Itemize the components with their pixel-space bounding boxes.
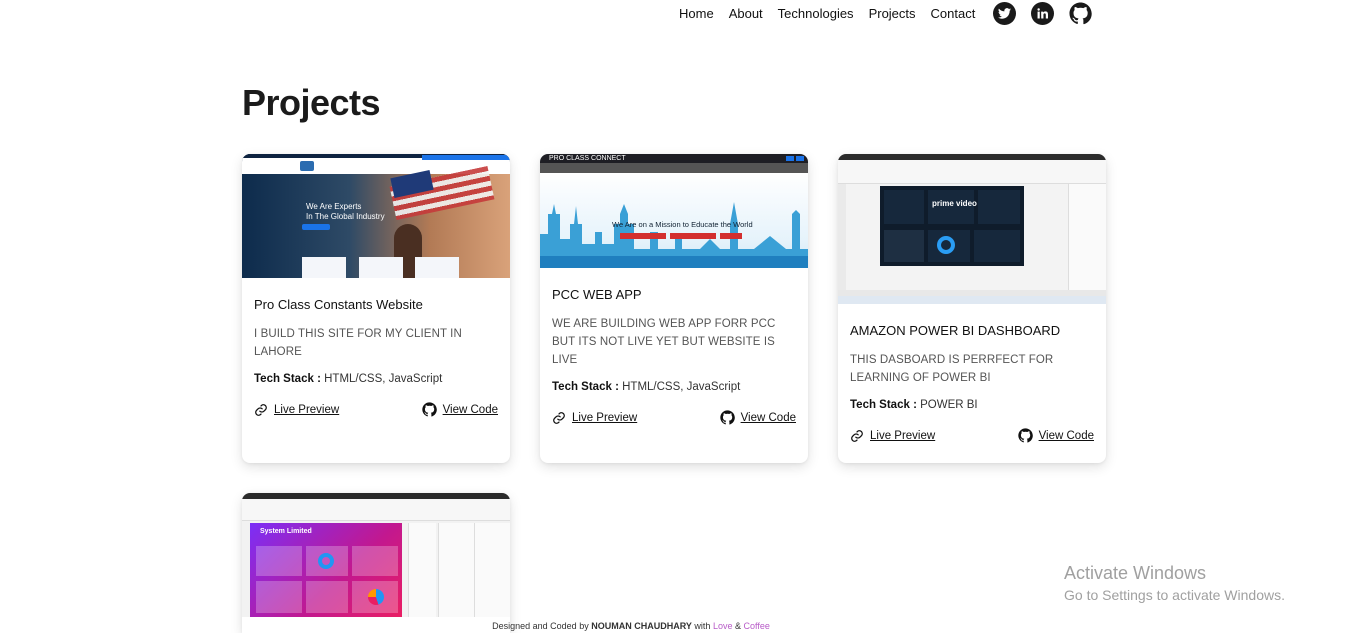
footer-author: NOUMAN CHAUDHARY	[591, 621, 692, 631]
project-thumbnail: System Limited	[242, 493, 510, 617]
tech-stack-label: Tech Stack :	[850, 399, 917, 411]
project-card: System Limited	[242, 493, 510, 633]
view-code-label: View Code	[740, 411, 796, 424]
nav-links: Home About Technologies Projects Contact	[679, 6, 990, 22]
footer-amp: &	[734, 621, 741, 631]
project-thumbnail: We Are Experts In The Global Industry	[242, 154, 510, 278]
project-card: prime video AMAZON POWER BI DASHBOARD TH…	[838, 154, 1106, 463]
github-icon	[421, 402, 437, 417]
project-title: AMAZON POWER BI DASHBOARD	[850, 323, 1061, 338]
tech-stack: Tech Stack : HTML/CSS, JavaScript	[552, 381, 796, 393]
footer: Designed and Coded by NOUMAN CHAUDHARY w…	[0, 621, 1262, 631]
project-title: Pro Class Constants Website	[254, 297, 423, 312]
view-code-link[interactable]: View Code	[719, 410, 796, 425]
view-code-label: View Code	[1038, 429, 1094, 442]
tech-stack-label: Tech Stack :	[552, 381, 619, 393]
project-links: Live Preview View Code	[552, 410, 796, 425]
live-preview-link[interactable]: Live Preview	[552, 410, 637, 425]
live-preview-label: Live Preview	[274, 403, 340, 416]
social-links	[993, 2, 1092, 25]
view-code-link[interactable]: View Code	[1017, 428, 1094, 443]
nav-technologies[interactable]: Technologies	[778, 6, 854, 22]
tech-stack: Tech Stack : HTML/CSS, JavaScript	[254, 373, 498, 385]
footer-coffee: Coffee	[743, 621, 770, 631]
project-description: WE ARE BUILDING WEB APP FORR PCC BUT ITS…	[552, 318, 776, 366]
footer-prefix: Designed and Coded by	[492, 621, 589, 631]
live-preview-link[interactable]: Live Preview	[254, 402, 339, 417]
nav-about[interactable]: About	[729, 6, 763, 22]
view-code-label: View Code	[442, 403, 498, 416]
github-icon[interactable]	[1069, 2, 1092, 25]
live-preview-label: Live Preview	[572, 411, 638, 424]
live-preview-link[interactable]: Live Preview	[850, 428, 935, 443]
thumb-heading: We Are on a Mission to Educate the World	[612, 220, 753, 229]
project-thumbnail: prime video	[838, 154, 1106, 304]
project-description: I BUILD THIS SITE FOR MY CLIENT IN LAHOR…	[254, 328, 462, 358]
thumb-heading: System Limited	[260, 528, 312, 535]
footer-with: with	[694, 621, 711, 631]
nav-contact[interactable]: Contact	[931, 6, 976, 22]
project-thumbnail: PRO CLASS CONNECT We Are on a Mission to…	[540, 154, 808, 268]
project-links: Live Preview View Code	[254, 402, 498, 417]
thumb-heading: prime video	[932, 199, 977, 208]
github-icon	[719, 410, 735, 425]
project-links: Live Preview View Code	[850, 428, 1094, 443]
project-description: THIS DASBOARD IS PERRFECT FOR LEARNING O…	[850, 354, 1054, 384]
link-icon	[851, 429, 863, 442]
tech-stack-value: HTML/CSS, JavaScript	[622, 381, 741, 393]
tech-stack-value: POWER BI	[920, 399, 978, 411]
project-card: PRO CLASS CONNECT We Are on a Mission to…	[540, 154, 808, 463]
view-code-link[interactable]: View Code	[421, 402, 498, 417]
footer-love: Love	[712, 621, 733, 631]
nav-home[interactable]: Home	[679, 6, 714, 22]
tech-stack: Tech Stack : POWER BI	[850, 399, 1094, 411]
linkedin-icon[interactable]	[1031, 2, 1054, 25]
project-card: We Are Experts In The Global Industry Pr…	[242, 154, 510, 463]
thumb-header: PRO CLASS CONNECT	[549, 155, 626, 162]
github-icon	[1017, 428, 1033, 443]
twitter-icon[interactable]	[993, 2, 1016, 25]
live-preview-label: Live Preview	[870, 429, 936, 442]
activate-windows-subtitle: Go to Settings to activate Windows.	[1064, 587, 1285, 603]
link-icon	[255, 403, 267, 416]
nav-projects[interactable]: Projects	[869, 6, 916, 22]
top-nav: Home About Technologies Projects Contact	[0, 0, 1351, 30]
thumb-subheading: In The Global Industry	[306, 212, 385, 221]
tech-stack-value: HTML/CSS, JavaScript	[324, 373, 443, 385]
page-title: Projects	[242, 82, 381, 123]
project-title: PCC WEB APP	[552, 287, 642, 302]
tech-stack-label: Tech Stack :	[254, 373, 321, 385]
activate-windows-title: Activate Windows	[1064, 563, 1207, 583]
thumb-heading: We Are Experts	[306, 202, 362, 211]
link-icon	[553, 411, 565, 424]
